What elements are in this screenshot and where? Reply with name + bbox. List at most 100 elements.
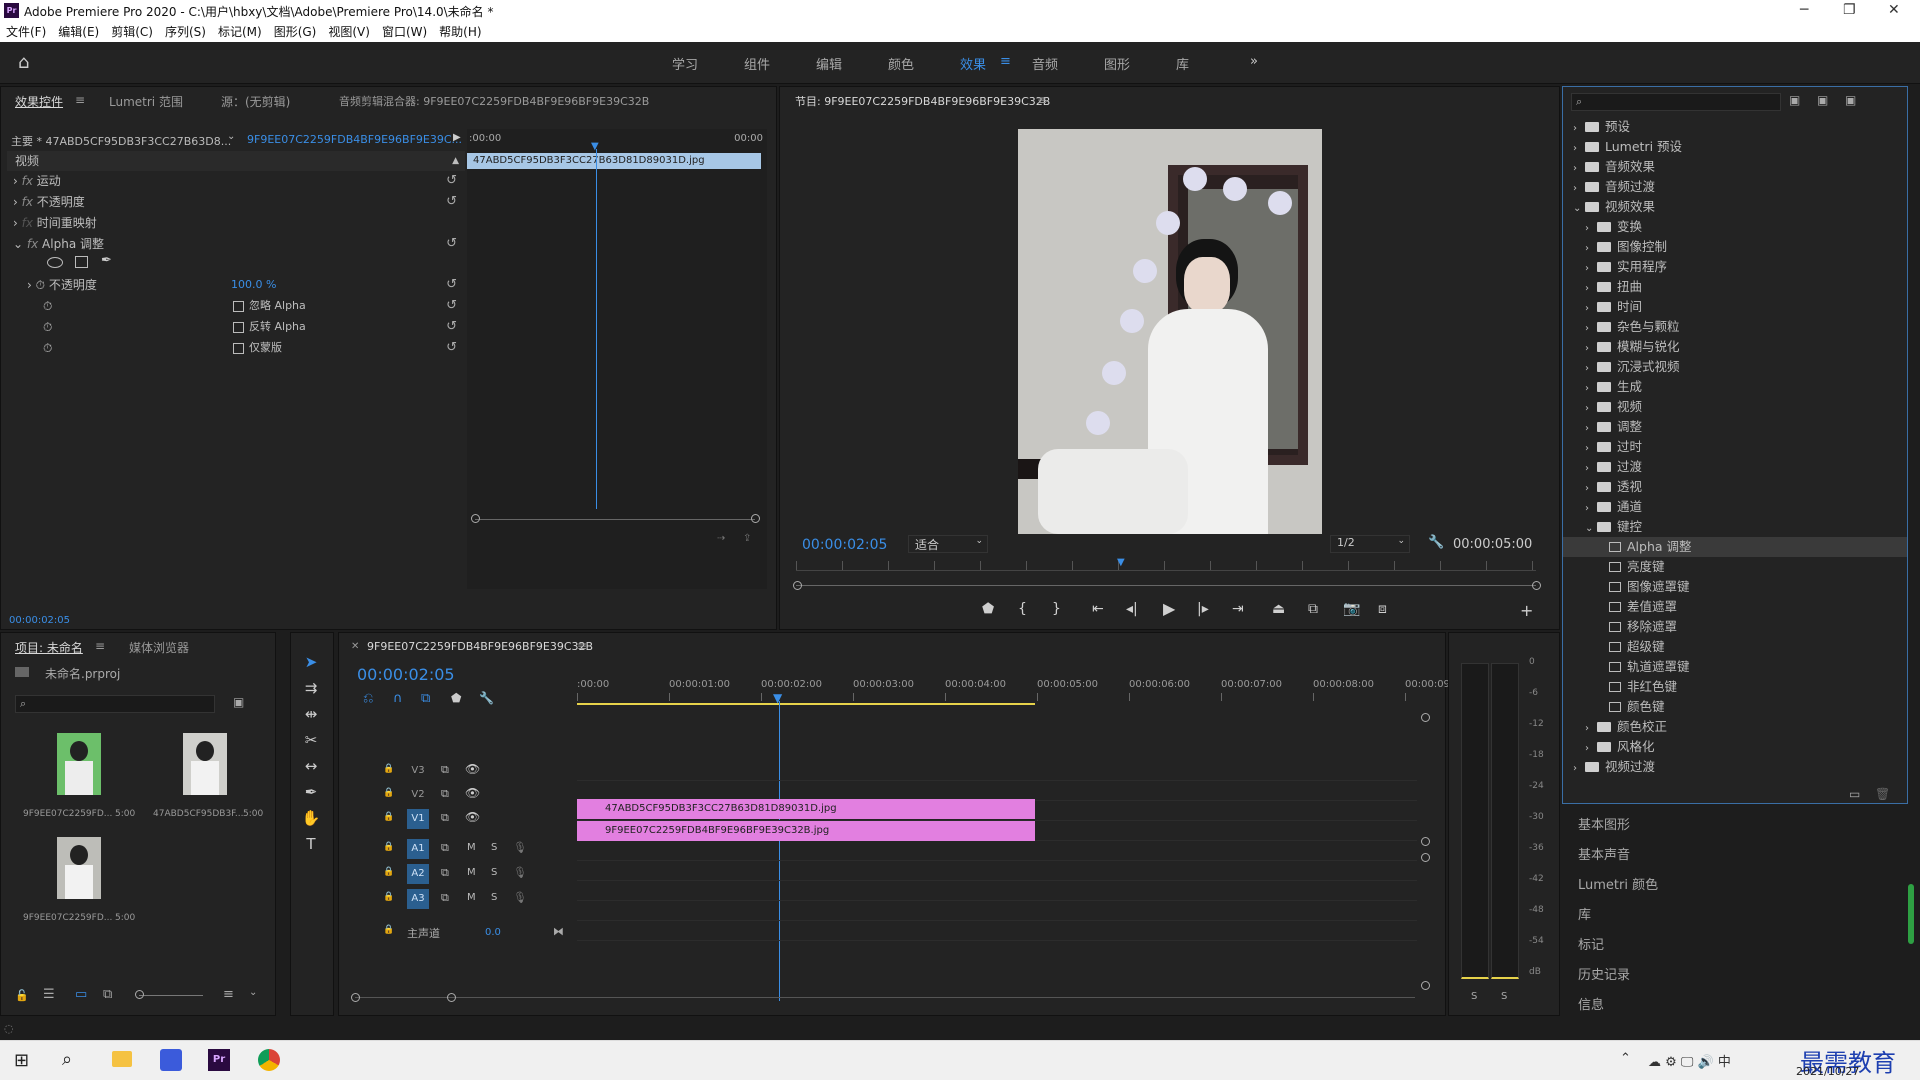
effect-folder[interactable]: › 通道 (1563, 497, 1907, 517)
track-header[interactable]: 🔒 V1 ⧉ 👁 (339, 809, 575, 829)
track-header[interactable]: 🔒 A1 ⧉ M S 🎙 (339, 839, 575, 859)
filter-icon[interactable]: ⇢ (717, 533, 725, 544)
slip-tool-icon[interactable]: ↔ (301, 757, 321, 777)
tray-icons[interactable]: ☁ ⚙ 🖵 🔊 中 (1648, 1051, 1731, 1070)
mark-in-icon[interactable]: { (1018, 601, 1027, 617)
home-icon[interactable]: ⌂ (18, 52, 29, 73)
sync-lock-icon[interactable]: ⧉ (441, 787, 449, 801)
effect-controls-timecode[interactable]: 00:00:02:05 (9, 615, 70, 626)
mute-button[interactable]: M (467, 867, 476, 878)
menu-clip[interactable]: 剪辑(C) (105, 22, 159, 42)
expand-icon[interactable]: › (13, 174, 18, 188)
microphone-icon[interactable]: 🎙 (513, 841, 527, 854)
expand-icon[interactable]: › (27, 278, 32, 292)
panel-history[interactable]: 历史记录 (1578, 964, 1630, 983)
effect-folder[interactable]: › 生成 (1563, 377, 1907, 397)
mini-clip-bar[interactable]: 47ABD5CF95DB3F3CC27B63D81D89031D.jpg (467, 153, 761, 169)
tab-lumetri-scopes[interactable]: Lumetri 范围 (109, 93, 183, 110)
program-zoom-bar[interactable] (796, 585, 1536, 586)
ripple-edit-tool-icon[interactable]: ⇹ (301, 705, 321, 725)
lift-icon[interactable]: ⏏ (1272, 601, 1285, 617)
reset-icon[interactable]: ↺ (446, 296, 457, 316)
program-timecode[interactable]: 00:00:02:05 (802, 537, 887, 553)
lock-icon[interactable]: 🔒 (383, 925, 394, 935)
timeline-timecode[interactable]: 00:00:02:05 (357, 665, 455, 684)
workspace-learn[interactable]: 学习 (672, 54, 698, 73)
yuv-effects-icon[interactable]: ▣ (1845, 93, 1856, 107)
track-header[interactable]: 🔒 V2 ⧉ 👁 (339, 785, 575, 805)
mute-button[interactable]: M (467, 892, 476, 903)
effect-folder[interactable]: › 视频过渡 (1563, 757, 1907, 777)
chevron-right-icon[interactable]: › (1585, 499, 1597, 519)
slider-handle[interactable] (135, 990, 144, 999)
chevron-right-icon[interactable]: › (1585, 399, 1597, 419)
panel-menu-icon[interactable]: ≡ (1037, 93, 1047, 107)
delete-icon[interactable]: 🗑 (1875, 787, 1890, 801)
chevron-right-icon[interactable]: › (1585, 319, 1597, 339)
selection-tool-icon[interactable]: ➤ (301, 653, 321, 673)
expand-icon[interactable]: › (13, 216, 18, 230)
chevron-right-icon[interactable]: › (1573, 119, 1585, 139)
project-item[interactable]: 9F9EE07C2259FD... 5:00 (15, 729, 141, 829)
menu-file[interactable]: 文件(F) (0, 22, 52, 42)
windows-start-icon[interactable]: ⊞ (14, 1050, 29, 1071)
lock-icon[interactable]: 🔒 (383, 812, 394, 822)
zoom-handle-right[interactable] (447, 993, 456, 1002)
chevron-right-icon[interactable]: › (1585, 479, 1597, 499)
fx-icon[interactable]: fx (22, 195, 33, 209)
effect-row-motion[interactable]: › fx 运动 ↺ (7, 171, 465, 191)
minimize-button[interactable]: ─ (1800, 2, 1808, 18)
checkbox[interactable] (233, 343, 244, 354)
chevron-right-icon[interactable]: › (1585, 299, 1597, 319)
stopwatch-icon[interactable]: ⏱ (43, 341, 52, 355)
master-clip-label[interactable]: 主要 * 47ABD5CF95DB3F3CC27B63D8... (11, 133, 231, 149)
tab-media-browser[interactable]: 媒体浏览器 (129, 639, 189, 656)
file-explorer-icon[interactable] (112, 1051, 132, 1067)
timeline-playhead[interactable]: ▼ (773, 691, 782, 705)
panel-markers[interactable]: 标记 (1578, 934, 1604, 953)
resolution-dropdown[interactable]: 1/2 ⌄ (1330, 535, 1410, 553)
workspace-menu-icon[interactable]: ≡ (1000, 54, 1011, 69)
hand-tool-icon[interactable]: ✋ (301, 809, 321, 829)
chevron-right-icon[interactable]: › (1573, 759, 1585, 779)
master-track[interactable]: 🔒 主声道 0.0 ⧓ (339, 923, 575, 943)
chevron-right-icon[interactable]: › (1585, 379, 1597, 399)
freeform-view-icon[interactable]: ⧉ (103, 987, 112, 1002)
go-to-out-icon[interactable]: ⇥ (1232, 601, 1244, 617)
effect-folder[interactable]: › 模糊与锐化 (1563, 337, 1907, 357)
effect-folder[interactable]: › 过渡 (1563, 457, 1907, 477)
solo-button[interactable]: S (491, 867, 497, 878)
tray-chevron-icon[interactable]: ⌃ (1620, 1051, 1631, 1066)
param-invert-alpha[interactable]: ⏱ 反转 Alpha ↺ (7, 317, 465, 337)
reset-icon[interactable]: ↺ (446, 317, 457, 337)
track-area[interactable] (577, 761, 1417, 943)
chevron-right-icon[interactable]: › (1585, 439, 1597, 459)
menu-edit[interactable]: 编辑(E) (52, 22, 105, 42)
effect-folder[interactable]: › 过时 (1563, 437, 1907, 457)
icon-view-icon[interactable]: ▭ (75, 987, 87, 1002)
collapse-icon[interactable]: ⌄ (13, 237, 23, 251)
microphone-icon[interactable]: 🎙 (513, 891, 527, 904)
close-button[interactable]: ✕ (1888, 2, 1900, 18)
track-header[interactable]: 🔒 V3 ⧉ 👁 (339, 761, 575, 781)
timeline-tab[interactable]: 9F9EE07C2259FDB4BF9E96BF9E39C32B (367, 640, 593, 653)
fit-dropdown[interactable]: 适合 ⌄ (908, 535, 988, 553)
add-marker-icon[interactable]: ⬟ (982, 601, 994, 617)
razor-tool-icon[interactable]: ✂ (301, 731, 321, 751)
program-time-ruler[interactable] (796, 561, 1536, 571)
effect-item[interactable]: 轨道遮罩键 (1563, 657, 1907, 677)
sync-lock-icon[interactable]: ⧉ (441, 891, 449, 905)
chevron-right-icon[interactable]: › (1585, 259, 1597, 279)
pen-tool-icon[interactable]: ✒ (301, 783, 321, 803)
sync-lock-icon[interactable]: ⧉ (441, 811, 449, 825)
track-target-button[interactable]: A1 (407, 839, 429, 859)
close-tab-icon[interactable]: ✕ (351, 641, 359, 652)
vscroll-handle[interactable] (1421, 713, 1430, 722)
search-icon[interactable]: ⌕ (62, 1049, 72, 1070)
effect-item[interactable]: 亮度键 (1563, 557, 1907, 577)
effect-folder[interactable]: › 视频 (1563, 397, 1907, 417)
effect-folder[interactable]: › Lumetri 预设 (1563, 137, 1907, 157)
more-workspaces-icon[interactable]: » (1250, 54, 1258, 69)
step-back-icon[interactable]: ◂| (1126, 601, 1138, 617)
solo-button[interactable]: S (491, 892, 497, 903)
